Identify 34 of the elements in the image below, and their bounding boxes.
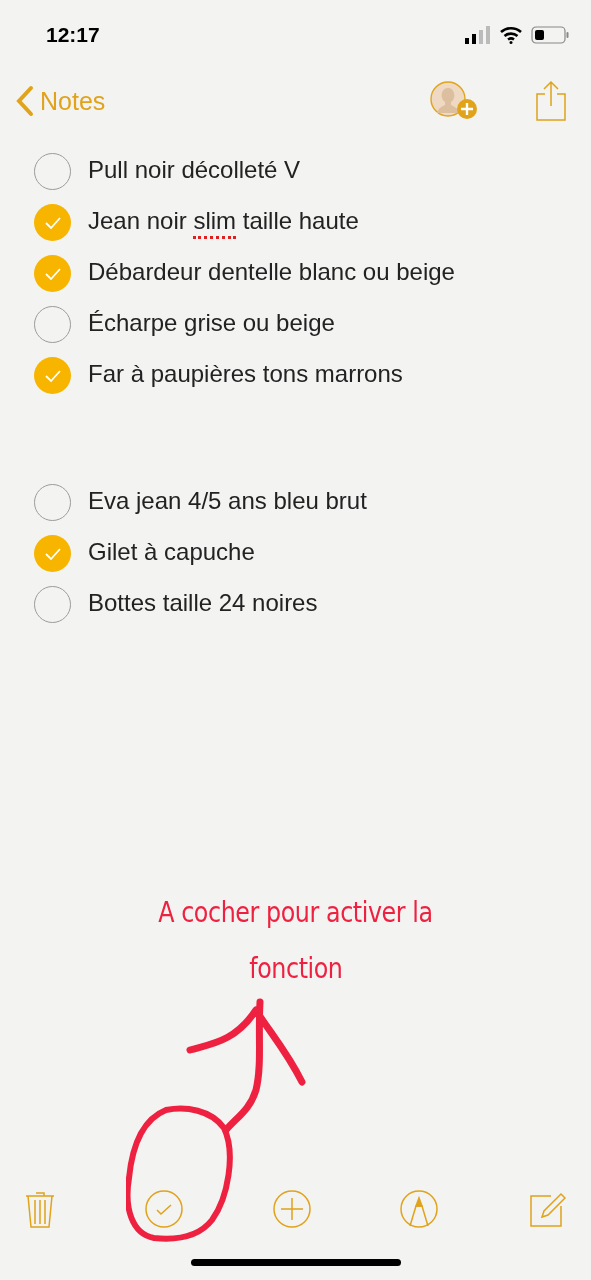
checklist-item-text: Gilet à capuche [88, 537, 255, 567]
back-button[interactable]: Notes [16, 85, 106, 117]
signal-icon [465, 26, 491, 44]
checklist-item-text: Débardeur dentelle blanc ou beige [88, 257, 455, 287]
checkmark-icon [43, 266, 62, 281]
status-time: 12:17 [46, 23, 100, 47]
checklist-checkbox[interactable] [34, 255, 71, 292]
share-button[interactable] [535, 80, 567, 122]
checklist-item-text: Bottes taille 24 noires [88, 588, 318, 618]
checklist-button[interactable] [143, 1189, 184, 1229]
plus-circle-icon [271, 1189, 312, 1229]
checklist-checkbox[interactable] [34, 535, 71, 572]
checkmark-icon [43, 546, 62, 561]
checklist-item-text: Jean noir slim taille haute [88, 206, 359, 239]
checklist-checkbox[interactable] [34, 204, 71, 241]
checkmark-icon [43, 215, 62, 230]
share-icon [535, 80, 567, 122]
checklist-item-text: Écharpe grise ou beige [88, 308, 335, 338]
add-button[interactable] [271, 1189, 312, 1229]
checklist-item-text: Eva jean 4/5 ans bleu brut [88, 486, 367, 516]
pen-tip-circle-icon [399, 1189, 440, 1229]
check-circle-icon [143, 1189, 184, 1229]
trash-button[interactable] [24, 1189, 56, 1229]
annotation-text: fonction [248, 951, 343, 987]
battery-icon [531, 26, 569, 44]
wifi-icon [499, 26, 523, 44]
checklist-checkbox[interactable] [34, 357, 71, 394]
annotation-text: A cocher pour activer la [158, 895, 433, 931]
checklist-item-text: Far à paupières tons marrons [88, 359, 403, 389]
checkmark-icon [43, 368, 62, 383]
chevron-left-icon [16, 85, 34, 117]
markup-button[interactable] [399, 1189, 440, 1229]
checklist-item-text: Pull noir décolleté V [88, 155, 301, 185]
trash-icon [24, 1189, 56, 1229]
